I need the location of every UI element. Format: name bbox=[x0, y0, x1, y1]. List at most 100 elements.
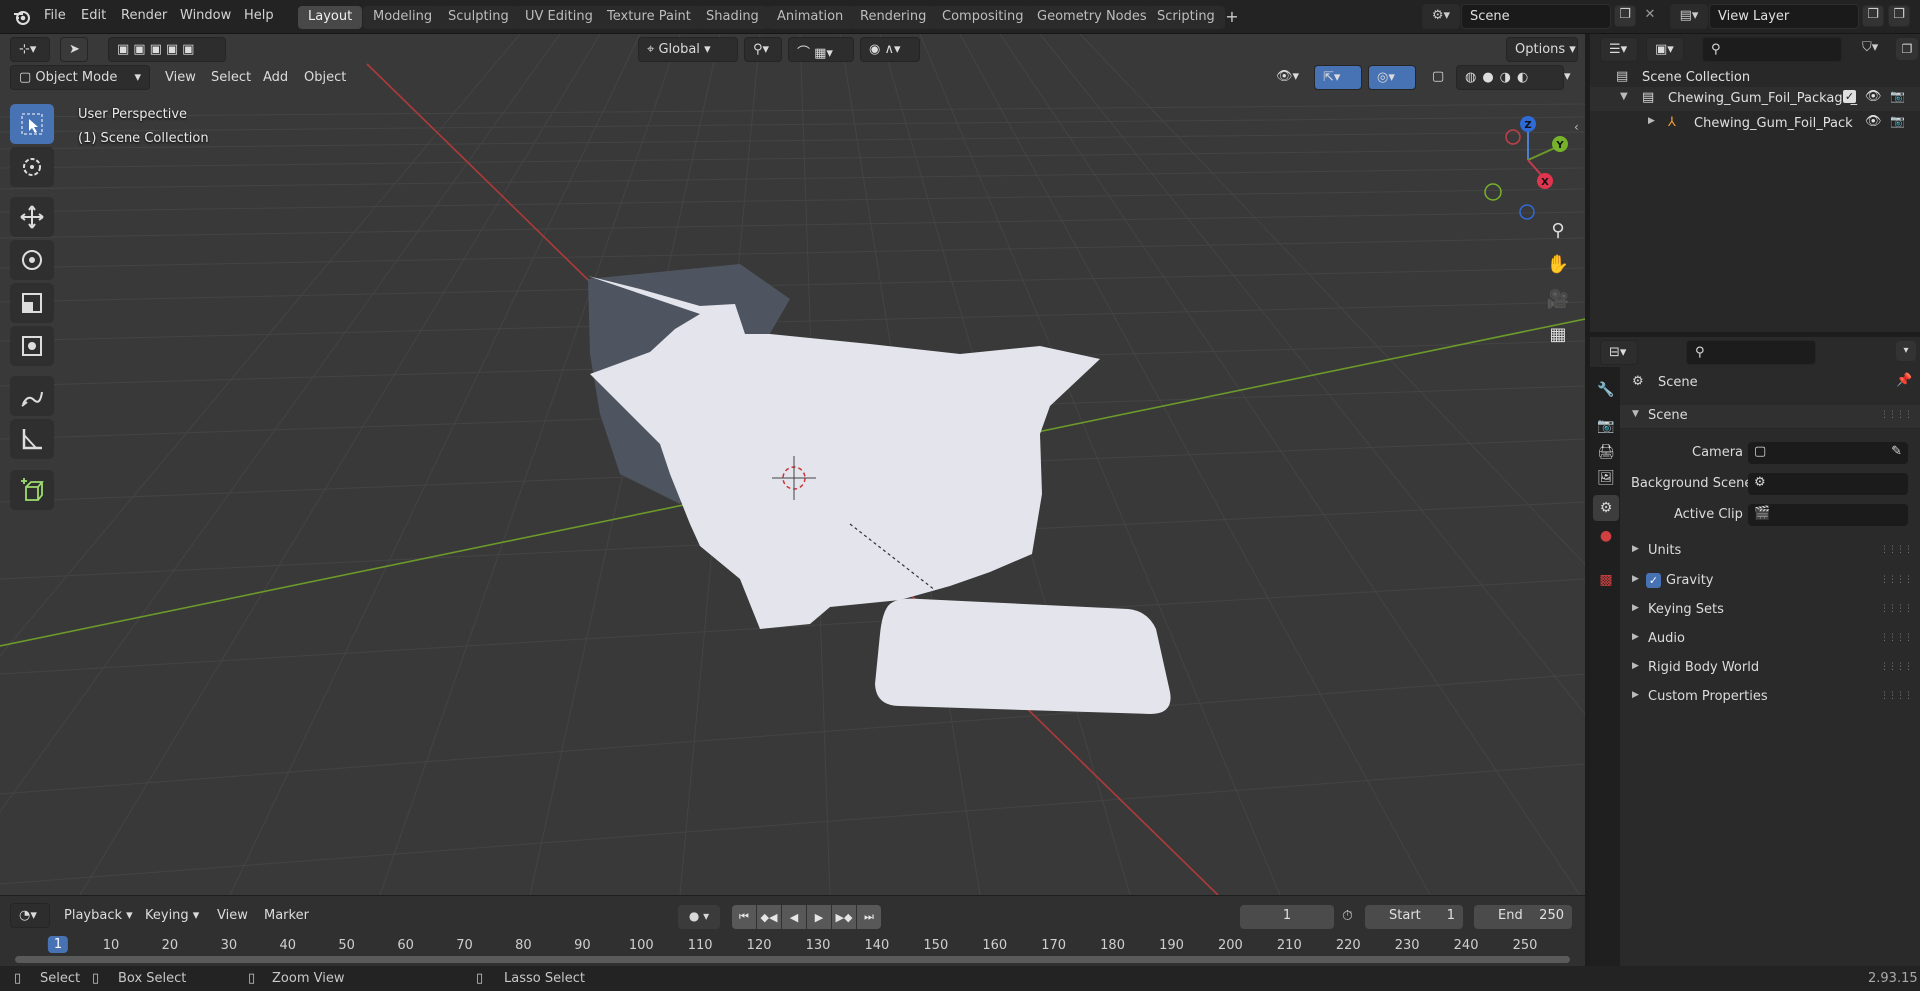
active-clip-field[interactable]: 🎬 bbox=[1748, 504, 1908, 526]
menu-object[interactable]: Object bbox=[304, 70, 346, 85]
proportional-edit-icon[interactable]: ◉ ∧▾ bbox=[860, 37, 920, 62]
delete-scene-icon[interactable]: ✕ bbox=[1640, 5, 1660, 27]
gizmo-neg-y[interactable] bbox=[1484, 183, 1502, 201]
annotate-tool[interactable] bbox=[10, 376, 54, 416]
drag-grip-icon[interactable]: ⋮⋮⋮⋮ bbox=[1880, 575, 1913, 585]
select-box-tool[interactable] bbox=[10, 104, 54, 144]
outliner-editor-type-icon[interactable]: ☰▾ bbox=[1600, 37, 1638, 62]
scene-selector-icon[interactable]: ⚙▾ bbox=[1422, 4, 1460, 29]
menu-help[interactable]: Help bbox=[244, 8, 274, 23]
blender-logo-icon[interactable] bbox=[12, 7, 32, 27]
tab-rendering[interactable]: Rendering bbox=[850, 6, 937, 29]
navigation-gizmo[interactable]: Z Y X bbox=[1475, 102, 1585, 222]
menu-add[interactable]: Add bbox=[263, 70, 288, 85]
shading-mode-icons[interactable]: ◍●◑◐ bbox=[1456, 65, 1564, 90]
eyedropper-icon[interactable]: ✎ bbox=[1891, 444, 1902, 459]
viewport-scene[interactable] bbox=[0, 34, 1585, 895]
tab-uv-editing[interactable]: UV Editing bbox=[515, 6, 603, 29]
menu-file[interactable]: File bbox=[44, 8, 66, 23]
texture-tab-icon[interactable]: ▩ bbox=[1593, 567, 1619, 593]
rotate-tool[interactable] bbox=[10, 240, 54, 280]
zoom-magnifier-icon[interactable]: ⚲ bbox=[1542, 214, 1574, 246]
gizmo-neg-z[interactable] bbox=[1519, 204, 1535, 220]
remove-view-layer-icon[interactable]: ❐ bbox=[1888, 5, 1910, 27]
shading-options-chevron-icon[interactable]: ▾ bbox=[1562, 65, 1582, 90]
panel-custom-properties-header[interactable]: ▶ Custom Properties ⋮⋮⋮⋮ bbox=[1620, 686, 1920, 710]
selection-mode-icons[interactable]: ▣▣▣▣▣ bbox=[108, 37, 226, 62]
view-layer-selector-icon[interactable]: ▤▾ bbox=[1670, 4, 1708, 29]
outliner-row-object[interactable]: ▶ ⅄ Chewing_Gum_Foil_Pack 👁 📷 bbox=[1590, 112, 1920, 136]
editor-type-icon[interactable]: ⊹▾ bbox=[10, 37, 50, 62]
add-cube-tool[interactable] bbox=[10, 470, 54, 510]
overlays-toggle-icon[interactable]: ◎▾ bbox=[1368, 65, 1416, 90]
visibility-eye-icon[interactable]: 👁 bbox=[1865, 114, 1882, 129]
render-camera-icon[interactable]: 📷 bbox=[1890, 114, 1905, 128]
snap-icon[interactable]: ⌒ ▦▾ bbox=[788, 37, 854, 62]
new-scene-icon[interactable]: ❐ bbox=[1614, 5, 1636, 27]
gizmo-toggle-icon[interactable]: ⇱▾ bbox=[1314, 65, 1362, 90]
tab-compositing[interactable]: Compositing bbox=[932, 6, 1034, 29]
render-camera-icon[interactable]: 📷 bbox=[1890, 89, 1905, 103]
tab-modeling[interactable]: Modeling bbox=[363, 6, 443, 29]
menu-view[interactable]: View bbox=[165, 70, 196, 85]
exclude-checkbox[interactable]: ✓ bbox=[1843, 90, 1856, 103]
select-tool-header-icon[interactable]: ➤ bbox=[60, 37, 88, 62]
new-view-layer-icon[interactable]: ❐ bbox=[1862, 5, 1884, 27]
properties-editor-type-icon[interactable]: ⊟▾ bbox=[1600, 340, 1638, 365]
visibility-eye-icon[interactable]: 👁 bbox=[1865, 89, 1882, 104]
world-tab-icon[interactable]: ● bbox=[1593, 523, 1619, 549]
ortho-grid-icon[interactable]: ▦ bbox=[1542, 318, 1574, 350]
timeline-scrollbar[interactable] bbox=[15, 956, 1570, 963]
add-workspace-plus-icon[interactable]: + bbox=[1222, 8, 1242, 28]
xray-toggle-icon[interactable]: ▢ bbox=[1424, 65, 1448, 90]
menu-window[interactable]: Window bbox=[180, 8, 231, 23]
pan-hand-icon[interactable]: ✋ bbox=[1542, 248, 1574, 280]
move-tool[interactable] bbox=[10, 197, 54, 237]
properties-search-input[interactable]: ⚲ bbox=[1686, 340, 1816, 365]
pivot-point-icon[interactable]: ⚲▾ bbox=[744, 37, 782, 62]
render-tab-icon[interactable]: 📷 bbox=[1593, 413, 1619, 439]
scene-tab-icon[interactable]: ⚙ bbox=[1593, 495, 1619, 521]
tab-layout[interactable]: Layout bbox=[298, 6, 363, 29]
menu-edit[interactable]: Edit bbox=[81, 8, 106, 23]
drag-grip-icon[interactable]: ⋮⋮⋮⋮ bbox=[1880, 545, 1913, 555]
new-collection-icon[interactable]: ❐ bbox=[1896, 38, 1918, 60]
camera-field[interactable]: ▢ ✎ bbox=[1748, 442, 1908, 464]
tab-geometry-nodes[interactable]: Geometry Nodes bbox=[1027, 6, 1157, 29]
outliner-display-mode-icon[interactable]: ▣▾ bbox=[1646, 37, 1684, 62]
filter-funnel-icon[interactable]: ⛉▾ bbox=[1862, 40, 1878, 55]
collapse-sidebar-chevron-icon[interactable]: ‹ bbox=[1574, 120, 1579, 134]
panel-rigid-body-header[interactable]: ▶ Rigid Body World ⋮⋮⋮⋮ bbox=[1620, 657, 1920, 681]
gizmo-neg-x[interactable] bbox=[1505, 129, 1521, 145]
tab-sculpting[interactable]: Sculpting bbox=[438, 6, 519, 29]
panel-keying-sets-header[interactable]: ▶ Keying Sets ⋮⋮⋮⋮ bbox=[1620, 599, 1920, 623]
camera-view-icon[interactable]: 🎥 bbox=[1542, 283, 1574, 315]
tab-shading[interactable]: Shading bbox=[696, 6, 769, 29]
drag-grip-icon[interactable]: ⋮⋮⋮⋮ bbox=[1880, 691, 1913, 701]
options-dropdown[interactable]: Options ▾ bbox=[1506, 37, 1578, 62]
view-layer-field[interactable]: View Layer bbox=[1709, 4, 1859, 29]
panel-scene-header[interactable]: ▼ Scene ⋮⋮⋮⋮ bbox=[1620, 405, 1920, 429]
tab-animation[interactable]: Animation bbox=[767, 6, 854, 29]
drag-grip-icon[interactable]: ⋮⋮⋮⋮ bbox=[1880, 410, 1913, 420]
scene-name-field[interactable]: Scene bbox=[1461, 4, 1611, 29]
transform-tool[interactable] bbox=[10, 326, 54, 366]
panel-gravity-header[interactable]: ▶ ✓ Gravity ⋮⋮⋮⋮ bbox=[1620, 570, 1920, 594]
3d-viewport[interactable]: ⊹▾ ➤ ▣▣▣▣▣ ⌖ Global ▾ ⚲▾ ⌒ ▦▾ ◉ ∧▾ Optio… bbox=[0, 34, 1585, 895]
scale-tool[interactable] bbox=[10, 283, 54, 323]
view-layer-tab-icon[interactable]: 🖼 bbox=[1593, 465, 1619, 491]
menu-render[interactable]: Render bbox=[121, 8, 167, 23]
expand-chevron-icon[interactable]: ▶ bbox=[1648, 116, 1655, 126]
measure-tool[interactable] bbox=[10, 419, 54, 459]
gravity-checkbox[interactable]: ✓ bbox=[1646, 573, 1661, 588]
properties-options-chevron-icon[interactable]: ▾ bbox=[1896, 341, 1916, 361]
output-tab-icon[interactable]: 🖨 bbox=[1593, 439, 1619, 465]
pin-icon[interactable]: 📌 bbox=[1896, 373, 1912, 388]
gum-stick-mesh[interactable] bbox=[875, 598, 1171, 714]
outliner-row-collection[interactable]: ▼ ▤ Chewing_Gum_Foil_Package_ ✓ 👁 📷 bbox=[1590, 87, 1920, 111]
transform-orientation-dropdown[interactable]: ⌖ Global ▾ bbox=[638, 37, 738, 62]
menu-select[interactable]: Select bbox=[211, 70, 251, 85]
cursor-tool[interactable] bbox=[10, 147, 54, 187]
panel-units-header[interactable]: ▶ Units ⋮⋮⋮⋮ bbox=[1620, 540, 1920, 564]
drag-grip-icon[interactable]: ⋮⋮⋮⋮ bbox=[1880, 662, 1913, 672]
